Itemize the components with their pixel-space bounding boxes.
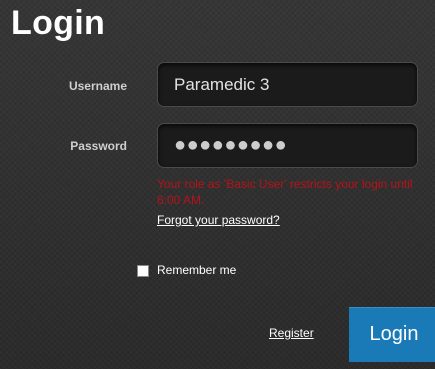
password-mask: ●●●●●●●●● (174, 134, 288, 156)
remember-me-label: Remember me (157, 263, 237, 277)
password-field[interactable]: ●●●●●●●●● (157, 123, 418, 168)
page-title: Login (11, 4, 106, 42)
username-value: Paramedic 3 (174, 74, 270, 94)
remember-me-checkbox[interactable] (137, 265, 149, 277)
register-link[interactable]: Register (269, 326, 314, 340)
password-label: Password (70, 139, 127, 153)
forgot-password-link[interactable]: Forgot your password? (157, 213, 280, 227)
error-message: Your role as 'Basic User' restricts your… (157, 177, 413, 207)
username-label: Username (68, 79, 127, 93)
login-button[interactable]: Login (349, 307, 435, 362)
username-field[interactable]: Paramedic 3 (157, 62, 418, 107)
